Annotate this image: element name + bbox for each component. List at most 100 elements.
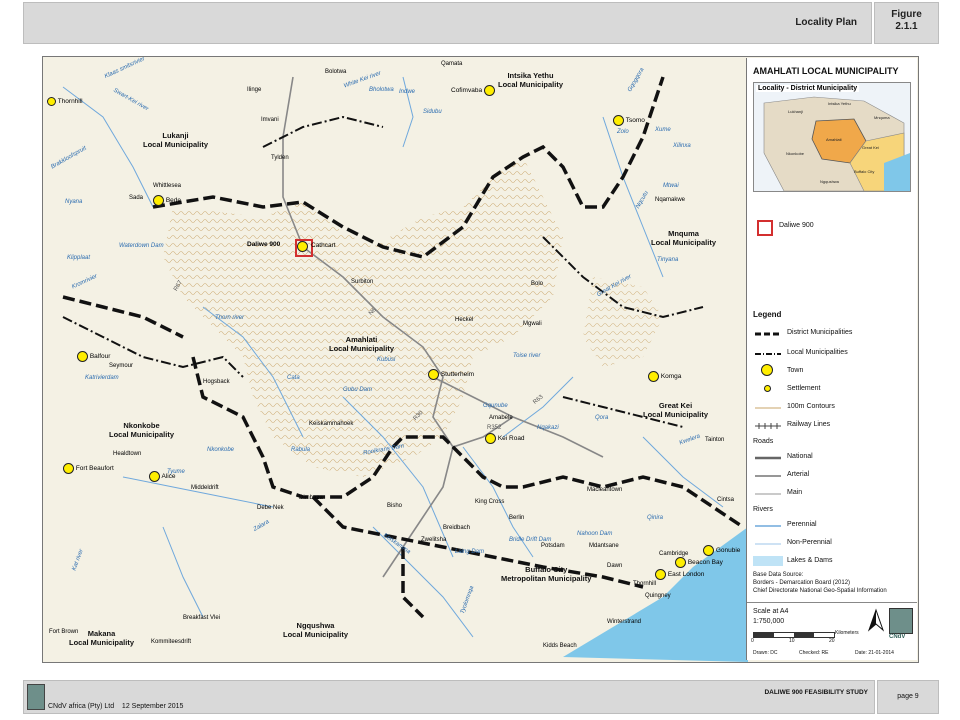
town-cofimvaba: Cofimvaba xyxy=(451,85,495,96)
scale-unit: Kilometers xyxy=(835,630,859,636)
settlement-label: Dawn xyxy=(607,563,623,569)
river-label: Nkonkobe xyxy=(207,447,235,453)
muni-label-intsika-yethu: Intsika Yethu Local Municipality xyxy=(498,71,564,89)
settlement-label: Nqamakwe xyxy=(655,197,686,203)
scale-tick: 20 xyxy=(829,638,835,644)
inset-label: Amahlati xyxy=(826,137,842,142)
settlement-label: Macleantown xyxy=(587,487,623,493)
settlement-label: Thornhill xyxy=(633,581,657,587)
north-arrow-icon xyxy=(867,608,885,632)
settlement-label: Ilinge xyxy=(247,87,262,93)
map-date: Date: 21-01-2014 xyxy=(855,650,894,656)
highlight-swatch xyxy=(757,220,773,236)
arterial-road-swatch xyxy=(755,475,781,477)
muni-label-nkonkobe: Nkonkobe Local Municipality xyxy=(109,421,175,439)
muni-label-buffalo-city: Buffalo City Metropolitan Municipality xyxy=(501,565,592,583)
settlement-label: Winterstrand xyxy=(607,619,642,625)
river-label: Thorn river xyxy=(215,315,245,321)
settlement-label: Keiskammahoek xyxy=(309,421,354,427)
company-logo-small xyxy=(27,684,45,710)
settlement-label: Kidds Beach xyxy=(543,643,577,649)
river-label: Nqakazi xyxy=(537,425,559,431)
drawn-by: Drawn: DC xyxy=(753,650,778,656)
source-line: Borders - Demarcation Board (2012) xyxy=(753,580,851,586)
page-number: page 9 xyxy=(877,680,939,714)
roads-heading: Roads xyxy=(753,438,774,445)
study-title: DALIWE 900 FEASIBILITY STUDY xyxy=(764,689,868,696)
settlement-swatch xyxy=(764,385,771,392)
settlement-label: Imvani xyxy=(261,117,279,123)
river-label: Rabula xyxy=(291,447,311,453)
page-title: Locality Plan xyxy=(795,17,857,28)
lakes-swatch xyxy=(753,556,783,566)
settlement-label: Dimbaza xyxy=(299,495,323,501)
footer-bar: CNdV africa (Pty) Ltd 12 September 2015 … xyxy=(23,680,875,714)
settlement-label: Potsdam xyxy=(541,543,565,549)
inset-label: Great Kei xyxy=(862,145,879,150)
muni-label-mnquma: Mnquma Local Municipality xyxy=(651,229,717,247)
settlement-label: Cintsa xyxy=(717,497,735,503)
town-east-london: East London xyxy=(655,569,704,580)
settlement-label: Healdtown xyxy=(113,451,142,457)
town-stutterheim: Stutterheim xyxy=(428,369,474,380)
town-swatch xyxy=(761,364,773,376)
legend-item: 100m Contours xyxy=(787,403,835,410)
contour-swatch xyxy=(755,407,781,409)
town-daliwe-900: Daliwe 900 xyxy=(247,241,281,248)
settlement-label: King Cross xyxy=(475,499,505,505)
river-label: Mtwai xyxy=(663,183,679,189)
settlement-label: Mdantsane xyxy=(589,543,619,549)
town-thornhill: Thornhill xyxy=(47,97,83,106)
river-label: Indwe xyxy=(399,89,416,95)
river-label: Kubusi xyxy=(377,357,396,363)
river-label: Nahoon Dam xyxy=(577,531,613,537)
river-label: Cata xyxy=(287,375,300,381)
company-logo xyxy=(889,608,913,634)
legend-item: Non-Perennial xyxy=(787,539,832,546)
town-fort-beaufort: Fort Beaufort xyxy=(63,463,114,474)
scale-value: 1:750,000 xyxy=(753,618,785,625)
legend-item: Railway Lines xyxy=(787,421,831,428)
settlement-label: Bolotwa xyxy=(325,69,347,75)
header-bar: Locality Plan xyxy=(23,2,872,44)
settlement-label: Bisho xyxy=(387,503,403,509)
local-boundary-swatch xyxy=(755,353,781,355)
main-road-swatch xyxy=(755,493,781,495)
legend-title: Legend xyxy=(753,310,782,319)
checked-by: Checked: RE xyxy=(799,650,829,656)
settlement-label: Middeldrift xyxy=(191,485,219,491)
inset-label: Ngqushwa xyxy=(820,179,840,184)
company-name: CNdV xyxy=(889,634,906,640)
river-label: Gqunube xyxy=(483,403,508,409)
settlement-label: Debe Nek xyxy=(257,505,284,511)
river-label: Bholotwa xyxy=(369,87,394,93)
national-road-swatch xyxy=(755,456,781,460)
settlement-label: Breidbach xyxy=(443,525,471,531)
river-label: Qinira xyxy=(647,515,664,521)
legend-item: Town xyxy=(787,367,804,374)
legend-item: Lakes & Dams xyxy=(787,557,833,564)
legend-item: Main xyxy=(787,489,803,496)
legend-item: Settlement xyxy=(787,385,821,392)
inset-label: Intsika Yethu xyxy=(828,101,851,106)
inset-label: Buffalo City xyxy=(854,169,874,174)
highlight-label: Daliwe 900 xyxy=(779,222,814,229)
muni-label-lukanji: Lukanji Local Municipality xyxy=(143,131,209,149)
town-bede: Bede xyxy=(153,195,181,206)
district-boundary-swatch xyxy=(755,332,781,336)
settlement-label: Whittlesea xyxy=(153,183,182,189)
river-label: Zolo xyxy=(617,129,629,135)
settlement-label: Sada xyxy=(129,195,144,201)
legend-panel: AMAHLATI LOCAL MUNICIPALITY Locality - D… xyxy=(746,58,917,660)
legend-item: National xyxy=(787,453,813,460)
town-cathcart: Cathcart xyxy=(311,242,336,249)
settlement-label: Qamata xyxy=(441,61,463,67)
town-beacon-bay: Beacon Bay xyxy=(675,557,723,568)
settlement-label: Breakfast Vlei xyxy=(183,615,221,621)
legend-item: Local Municipalities xyxy=(787,349,848,356)
scale-tick: 10 xyxy=(789,638,795,644)
town-balfour: Balfour xyxy=(77,351,110,362)
river-label: Xume xyxy=(655,127,671,133)
river-label: Bridle Drift Dam xyxy=(509,537,552,543)
figure-box: Figure 2.1.1 xyxy=(874,2,939,44)
